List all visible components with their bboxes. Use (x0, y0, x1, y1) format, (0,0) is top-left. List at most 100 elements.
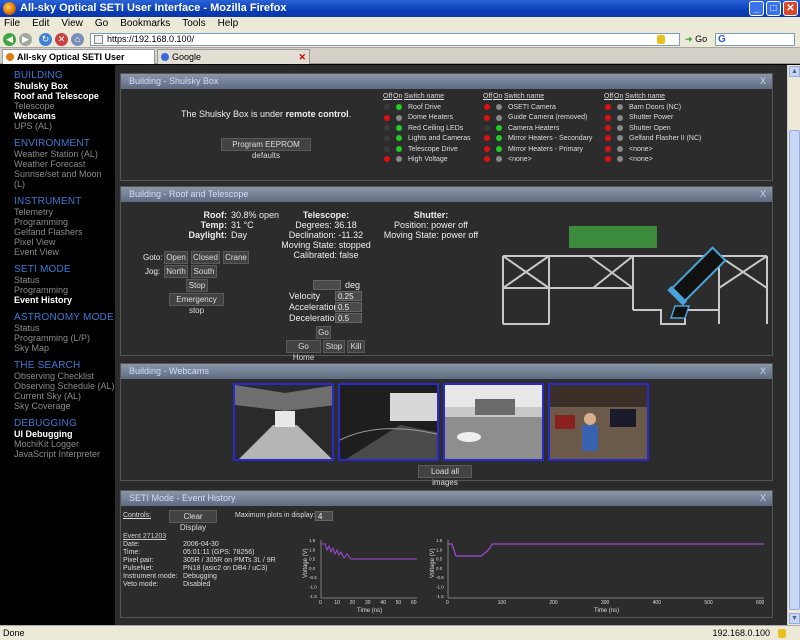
go-to-input[interactable] (313, 280, 341, 290)
emergency-stop-button[interactable]: Emergency stop (169, 293, 224, 315)
load-all-images-button[interactable]: Load all images (418, 465, 472, 487)
switch-on-indicator[interactable] (617, 104, 623, 111)
switch-on-indicator[interactable] (617, 145, 623, 152)
switch-off-indicator[interactable] (605, 124, 611, 131)
clear-display-button[interactable]: Clear Display (169, 510, 217, 532)
sidebar-item[interactable]: Observing Checklist (14, 371, 115, 381)
minimize-button[interactable]: _ (749, 1, 764, 16)
sidebar-item[interactable]: Telemetry (14, 207, 115, 217)
switch-on-indicator[interactable] (617, 124, 623, 131)
menu-edit[interactable]: Edit (32, 17, 49, 31)
sidebar-item[interactable]: Event History (14, 295, 115, 305)
sidebar-item[interactable]: Status (14, 275, 115, 285)
close-window-button[interactable]: ✕ (783, 1, 798, 16)
switch-off-indicator[interactable] (605, 104, 611, 111)
scrollbar-thumb[interactable] (789, 130, 800, 610)
back-icon[interactable]: ◀ (3, 33, 16, 46)
switch-off-indicator[interactable] (484, 135, 490, 142)
go-home-button[interactable]: Go Home (286, 340, 321, 362)
switch-off-indicator[interactable] (484, 114, 490, 121)
switch-on-indicator[interactable] (396, 104, 402, 111)
jog-north-button[interactable]: North (164, 265, 188, 278)
switch-off-indicator[interactable] (484, 124, 490, 131)
program-eeprom-button[interactable]: Program EEPROM defaults (221, 138, 311, 160)
sidebar-item[interactable]: UI Debugging (14, 429, 115, 439)
switch-off-indicator[interactable] (484, 104, 490, 111)
sidebar-item[interactable]: Programming (L/P) (14, 333, 115, 343)
go-button-telescope[interactable]: Go (316, 326, 331, 339)
switch-on-indicator[interactable] (396, 135, 402, 142)
close-panel-button[interactable]: X (760, 74, 766, 89)
menu-tools[interactable]: Tools (182, 17, 205, 31)
sidebar-item[interactable]: Programming (14, 285, 115, 295)
menu-help[interactable]: Help (218, 17, 239, 31)
switch-on-indicator[interactable] (496, 156, 502, 163)
reload-icon[interactable]: ↻ (39, 33, 52, 46)
roof-crane-button[interactable]: Crane (223, 251, 249, 264)
sidebar-item[interactable]: Gelfand Flashers (14, 227, 115, 237)
tab-google[interactable]: Google ✕ (157, 49, 310, 64)
switch-off-indicator[interactable] (384, 145, 390, 152)
tab-seti-ui[interactable]: All-sky Optical SETI User Interface (2, 49, 155, 76)
switch-on-indicator[interactable] (617, 135, 623, 142)
jog-south-button[interactable]: South (191, 265, 217, 278)
sidebar-item[interactable]: Webcams (14, 111, 115, 121)
switch-on-indicator[interactable] (496, 114, 502, 121)
switch-on-indicator[interactable] (617, 114, 623, 121)
url-bar[interactable]: https://192.168.0.100/ (90, 33, 680, 46)
kill-button[interactable]: Kill (347, 340, 365, 353)
switch-off-indicator[interactable] (384, 114, 390, 121)
sidebar-item[interactable]: Event View (14, 247, 115, 257)
sidebar-item[interactable]: Pixel View (14, 237, 115, 247)
switch-off-indicator[interactable] (605, 145, 611, 152)
switch-off-indicator[interactable] (605, 114, 611, 121)
sidebar-item[interactable]: JavaScript Interpreter (14, 449, 115, 459)
switch-on-indicator[interactable] (496, 104, 502, 111)
telescope-stop-button[interactable]: Stop (323, 340, 345, 353)
sidebar-item[interactable]: Telescope (14, 101, 115, 111)
event-link[interactable]: Event 271203 (123, 533, 166, 540)
sidebar-item[interactable]: Weather Forecast (14, 159, 115, 169)
go-button[interactable]: ➜ Go (685, 32, 707, 47)
switch-on-indicator[interactable] (617, 156, 623, 163)
sidebar-item[interactable]: MochiKit Logger (14, 439, 115, 449)
switch-on-indicator[interactable] (496, 145, 502, 152)
deceleration-input[interactable]: 0.5 (335, 313, 362, 323)
webcam-image-1[interactable] (233, 383, 334, 461)
menu-file[interactable]: File (4, 17, 20, 31)
stop-icon[interactable]: ✕ (55, 33, 68, 46)
close-panel-button[interactable]: X (760, 491, 766, 506)
sidebar-item[interactable]: Programming (14, 217, 115, 227)
sidebar-item[interactable]: Sky Map (14, 343, 115, 353)
switch-on-indicator[interactable] (396, 114, 402, 121)
sidebar-item[interactable]: Weather Station (AL) (14, 149, 115, 159)
sidebar-item[interactable]: Status (14, 323, 115, 333)
switch-on-indicator[interactable] (496, 124, 502, 131)
sidebar-item[interactable]: Current Sky (AL) (14, 391, 115, 401)
velocity-input[interactable]: 0.25 (335, 291, 362, 301)
switch-off-indicator[interactable] (605, 156, 611, 163)
switch-off-indicator[interactable] (484, 145, 490, 152)
sidebar-item[interactable]: Sunrise/set and Moon (L) (14, 169, 115, 189)
vertical-scrollbar[interactable]: ▲ ▼ (787, 65, 800, 625)
switch-on-indicator[interactable] (396, 124, 402, 131)
sidebar-item[interactable]: Roof and Telescope (14, 91, 115, 101)
switch-off-indicator[interactable] (384, 135, 390, 142)
close-tab-icon[interactable]: ✕ (298, 50, 306, 64)
switch-off-indicator[interactable] (605, 135, 611, 142)
sidebar-item[interactable]: UPS (AL) (14, 121, 115, 131)
sidebar-item[interactable]: Observing Schedule (AL) (14, 381, 115, 391)
switch-on-indicator[interactable] (496, 135, 502, 142)
webcam-image-4[interactable] (548, 383, 649, 461)
switch-off-indicator[interactable] (384, 104, 390, 111)
sidebar-item[interactable]: Shulsky Box (14, 81, 115, 91)
sidebar-item[interactable]: Sky Coverage (14, 401, 115, 411)
switch-off-indicator[interactable] (384, 124, 390, 131)
menu-go[interactable]: Go (95, 17, 108, 31)
forward-icon[interactable]: ▶ (19, 33, 32, 46)
max-plots-input[interactable]: 4 (315, 511, 333, 521)
switch-on-indicator[interactable] (396, 145, 402, 152)
maximize-button[interactable]: □ (766, 1, 781, 16)
scroll-up-icon[interactable]: ▲ (789, 66, 800, 77)
roof-closed-button[interactable]: Closed (191, 251, 220, 264)
